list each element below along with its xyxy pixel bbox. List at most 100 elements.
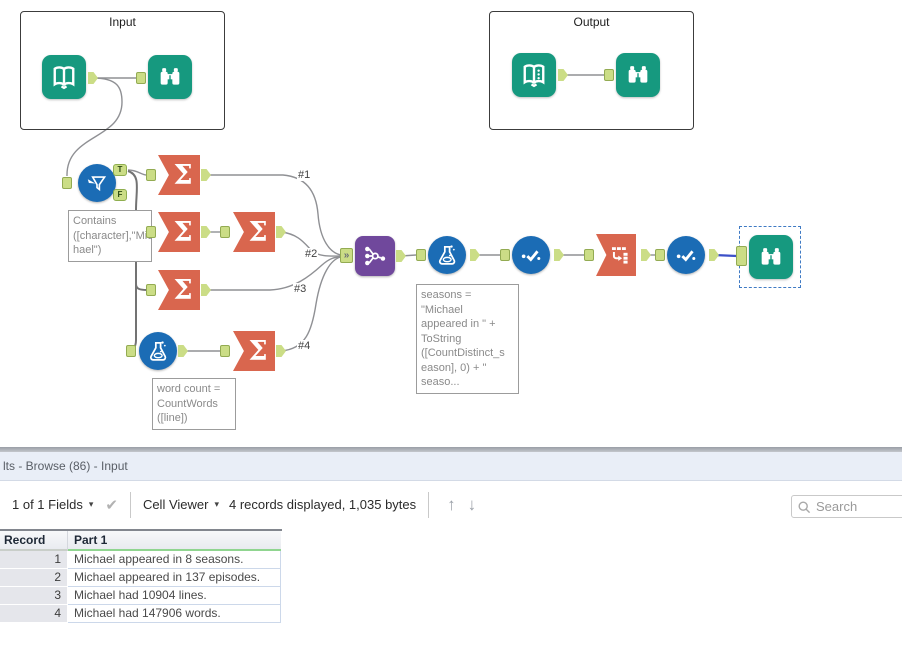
tool-summarize-5[interactable]: Σ <box>233 331 275 371</box>
annotation-filter[interactable]: Contains ([character],"Mic hael") <box>68 210 153 262</box>
output-anchor[interactable] <box>201 169 211 181</box>
table-row[interactable]: 4 Michael had 147906 words. <box>0 605 282 623</box>
check-dots-icon <box>673 242 699 268</box>
annotation-word-count[interactable]: word count = CountWords ([line]) <box>152 378 236 430</box>
chevron-down-icon: ▾ <box>88 499 94 509</box>
tool-text-input-1[interactable] <box>42 55 86 99</box>
input-anchor[interactable] <box>736 246 747 266</box>
input-anchor[interactable] <box>146 169 156 181</box>
arrow-up-icon[interactable]: ↑ <box>447 495 456 515</box>
union-icon <box>361 242 389 270</box>
flask-icon <box>145 338 171 364</box>
wire-label-4: #4 <box>297 340 312 352</box>
input-anchor[interactable] <box>62 177 72 189</box>
fields-dropdown-label: 1 of 1 Fields <box>12 497 83 512</box>
input-anchor[interactable] <box>500 249 510 261</box>
output-anchor[interactable] <box>554 249 564 261</box>
tool-browse-2[interactable] <box>616 53 660 97</box>
tool-summarize-1[interactable]: Σ <box>158 155 200 195</box>
binoculars-icon <box>624 61 652 89</box>
fields-dropdown[interactable]: 1 of 1 Fields ▾ <box>12 497 93 512</box>
multi-input-anchor[interactable]: » <box>340 248 353 263</box>
container-output-label: Output <box>569 15 614 29</box>
results-panel-title: lts - Browse (86) - Input <box>0 452 902 481</box>
record-number[interactable]: 3 <box>0 587 68 605</box>
book-icon <box>49 62 79 92</box>
toolbar-separator <box>428 491 430 518</box>
input-anchor[interactable] <box>416 249 426 261</box>
input-anchor[interactable] <box>655 249 665 261</box>
input-anchor[interactable] <box>126 345 136 357</box>
tool-select-2[interactable] <box>667 236 705 274</box>
input-anchor[interactable] <box>136 72 146 84</box>
search-input[interactable] <box>816 497 902 516</box>
wire-label-2: #2 <box>304 248 319 260</box>
table-header-row: Record Part 1 <box>0 529 282 551</box>
record-number[interactable]: 4 <box>0 605 68 623</box>
tool-formula-2[interactable] <box>428 236 466 274</box>
workflow-canvas[interactable]: Input Output T F Contains ([character],"… <box>0 0 902 447</box>
output-anchor[interactable] <box>276 345 286 357</box>
cell-part1[interactable]: Michael had 147906 words. <box>68 605 281 623</box>
column-header-record[interactable]: Record <box>0 531 68 551</box>
binoculars-icon <box>757 243 785 271</box>
tool-summarize-2[interactable]: Σ <box>158 212 200 252</box>
tool-summarize-4[interactable]: Σ <box>158 270 200 310</box>
input-anchor[interactable] <box>146 284 156 296</box>
output-anchor[interactable] <box>178 345 188 357</box>
transpose-icon <box>607 242 633 268</box>
records-info: 4 records displayed, 1,035 bytes <box>228 497 417 512</box>
cell-part1[interactable]: Michael had 10904 lines. <box>68 587 281 605</box>
input-anchor[interactable] <box>146 226 156 238</box>
tool-browse-selected[interactable] <box>749 235 793 279</box>
chevron-down-icon: ▾ <box>214 499 219 509</box>
search-box[interactable] <box>791 495 902 518</box>
container-input-label: Input <box>105 15 140 29</box>
record-number[interactable]: 2 <box>0 569 68 587</box>
binoculars-icon <box>156 63 184 91</box>
input-anchor[interactable] <box>220 226 230 238</box>
alteryx-window: Input Output T F Contains ([character],"… <box>0 0 902 665</box>
tool-filter[interactable] <box>78 164 116 202</box>
tool-transpose[interactable] <box>596 234 636 276</box>
cell-part1[interactable]: Michael appeared in 8 seasons. <box>68 551 281 569</box>
apply-check-icon[interactable]: ✔ <box>105 496 118 514</box>
input-anchor[interactable] <box>604 69 614 81</box>
results-table: Record Part 1 1 Michael appeared in 8 se… <box>0 529 282 623</box>
false-anchor[interactable]: F <box>113 189 127 201</box>
tool-browse-1[interactable] <box>148 55 192 99</box>
tool-union[interactable] <box>355 236 395 276</box>
input-anchor[interactable] <box>584 249 594 261</box>
true-anchor[interactable]: T <box>113 164 127 176</box>
output-anchor[interactable] <box>201 226 211 238</box>
check-dots-icon <box>518 242 544 268</box>
output-anchor[interactable] <box>276 226 286 238</box>
column-header-part1[interactable]: Part 1 <box>68 531 281 551</box>
wire-label-3: #3 <box>293 283 308 295</box>
output-anchor[interactable] <box>641 249 651 261</box>
table-row[interactable]: 3 Michael had 10904 lines. <box>0 587 282 605</box>
output-anchor[interactable] <box>709 249 719 261</box>
table-row[interactable]: 2 Michael appeared in 137 episodes. <box>0 569 282 587</box>
toolbar-separator <box>129 491 131 518</box>
wire-label-1: #1 <box>297 169 312 181</box>
book-dots-icon <box>519 60 549 90</box>
record-number[interactable]: 1 <box>0 551 68 569</box>
search-icon <box>798 501 811 514</box>
results-toolbar: 1 of 1 Fields ▾ ✔ Cell Viewer ▾ 4 record… <box>0 481 902 528</box>
output-anchor[interactable] <box>470 249 480 261</box>
tool-formula-1[interactable] <box>139 332 177 370</box>
output-anchor[interactable] <box>201 284 211 296</box>
output-anchor[interactable] <box>396 250 406 262</box>
arrow-down-icon[interactable]: ↓ <box>468 495 477 515</box>
cell-viewer-dropdown[interactable]: Cell Viewer ▾ <box>143 497 219 512</box>
tool-select-1[interactable] <box>512 236 550 274</box>
funnel-icon <box>84 170 110 196</box>
annotation-seasons[interactable]: seasons = "Michael appeared in " + ToStr… <box>416 284 519 394</box>
tool-summarize-3[interactable]: Σ <box>233 212 275 252</box>
input-anchor[interactable] <box>220 345 230 357</box>
flask-icon <box>434 242 460 268</box>
tool-text-input-2[interactable] <box>512 53 556 97</box>
table-row[interactable]: 1 Michael appeared in 8 seasons. <box>0 551 282 569</box>
cell-part1[interactable]: Michael appeared in 137 episodes. <box>68 569 281 587</box>
